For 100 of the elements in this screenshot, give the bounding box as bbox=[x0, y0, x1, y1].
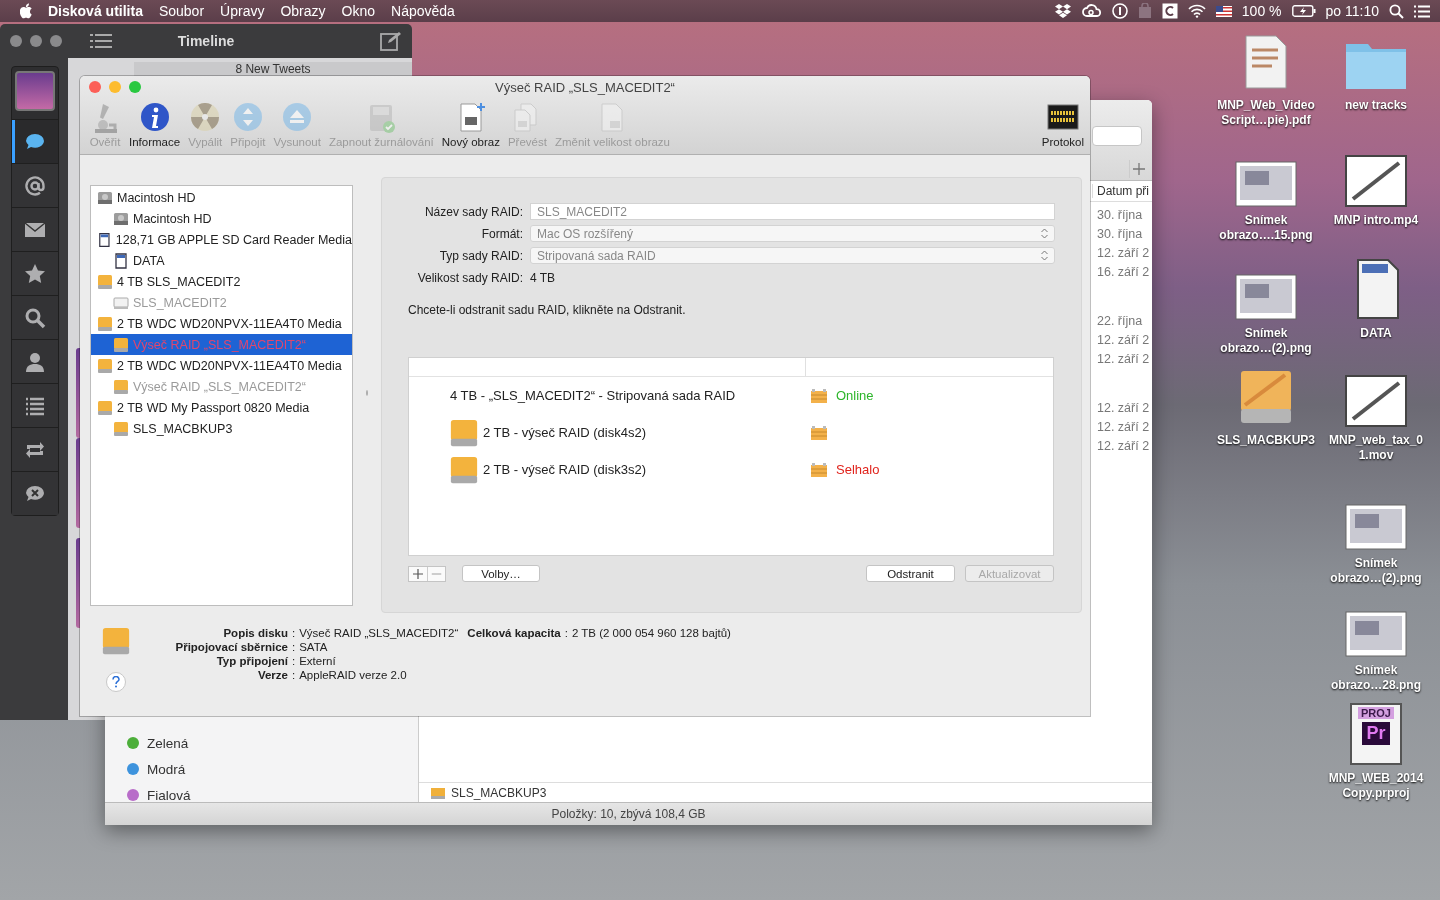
drive-icon bbox=[431, 786, 445, 799]
tag-label[interactable]: Zelená bbox=[147, 735, 189, 751]
file-name[interactable]: MNP intro.mp4 bbox=[1333, 213, 1419, 228]
screenshot-icon bbox=[1345, 504, 1407, 550]
new-tweets-banner[interactable]: 8 New Tweets bbox=[134, 62, 412, 76]
toolbar-button[interactable]: Informace bbox=[129, 101, 181, 148]
info-value: Výseč RAID „SLS_MACEDIT2“ bbox=[299, 626, 459, 640]
compose-icon[interactable] bbox=[380, 31, 402, 51]
flag-icon[interactable] bbox=[1215, 5, 1232, 17]
window-button[interactable] bbox=[30, 35, 42, 47]
search-field[interactable] bbox=[1092, 126, 1142, 146]
options-button[interactable]: Volby… bbox=[462, 565, 540, 582]
file-name[interactable]: MNP_Web_Video Script…pie).pdf bbox=[1217, 98, 1315, 128]
list-icon[interactable] bbox=[90, 33, 112, 49]
tag-label[interactable]: Modrá bbox=[147, 761, 186, 777]
hint-text: Chcete-li odstranit sadu RAID, klikněte na Odstranit. bbox=[408, 303, 687, 317]
file-name[interactable]: DATA bbox=[1360, 326, 1392, 341]
screenshot-icon bbox=[1235, 274, 1297, 320]
raid-status: Online bbox=[836, 388, 874, 403]
date-cell-text: 12. září 2 bbox=[1096, 438, 1151, 455]
clock[interactable]: po 11:10 bbox=[1325, 3, 1379, 19]
date-cell-text: 16. září 2 bbox=[1096, 264, 1151, 281]
window-button[interactable] bbox=[10, 35, 22, 47]
column-header[interactable]: Datum při bbox=[1092, 184, 1152, 198]
lists-nav-button[interactable] bbox=[12, 383, 58, 427]
project-file-icon: PROJ Pr bbox=[1350, 703, 1402, 765]
cloud-icon[interactable] bbox=[1081, 3, 1102, 19]
wifi-icon[interactable] bbox=[1187, 4, 1206, 18]
apple-icon[interactable] bbox=[20, 3, 34, 19]
date-cell-text: 12. září 2 bbox=[1096, 419, 1151, 436]
disk-list-item[interactable]: DATA bbox=[91, 250, 352, 271]
drive-icon bbox=[113, 294, 129, 311]
disk-list-item[interactable]: 2 TB WDC WD20NPVX-11EA4T0 Media bbox=[91, 313, 352, 334]
drive-icon bbox=[113, 378, 129, 395]
date-cell-text: 12. září 2 bbox=[1096, 400, 1151, 417]
disk-list-item[interactable]: 2 TB WDC WD20NPVX-11EA4T0 Media bbox=[91, 355, 352, 376]
raid-slice-name[interactable]: 2 TB - výseč RAID (disk4s2) bbox=[483, 425, 647, 440]
info-label: Verze bbox=[256, 668, 288, 682]
file-name[interactable]: Snímek obrazo…(2).png bbox=[1220, 326, 1312, 356]
info-circle-icon[interactable] bbox=[1111, 3, 1128, 19]
date-cell-text: 30. října bbox=[1096, 207, 1144, 224]
updown-icon bbox=[1041, 228, 1048, 239]
raid-status-icon bbox=[810, 387, 828, 404]
log-icon bbox=[1046, 101, 1079, 133]
menu-item[interactable]: Nápověda bbox=[383, 3, 463, 19]
window-button[interactable] bbox=[50, 35, 62, 47]
file-name[interactable]: SLS_MACBKUP3 bbox=[1217, 433, 1315, 448]
window-title: Timeline bbox=[177, 33, 235, 49]
disk-list-item[interactable]: 4 TB SLS_MACEDIT2 bbox=[91, 271, 352, 292]
info-separator: : bbox=[291, 626, 297, 640]
info-value: SATA bbox=[299, 640, 328, 654]
close-button[interactable] bbox=[89, 81, 101, 93]
raid-slice-name[interactable]: 2 TB - výseč RAID (disk3s2) bbox=[483, 462, 647, 477]
menu-item[interactable]: Úpravy bbox=[212, 3, 273, 19]
drive-icon bbox=[113, 210, 129, 227]
toolbar-button[interactable]: Nový obraz bbox=[441, 101, 500, 148]
field-label: Formát: bbox=[480, 226, 523, 241]
app-menu[interactable]: Disková utilita bbox=[34, 3, 151, 19]
menu-item[interactable]: Obrazy bbox=[272, 3, 334, 19]
mount-icon bbox=[231, 101, 264, 133]
disk-list-item[interactable]: Macintosh HD bbox=[91, 208, 352, 229]
mutes-nav-button[interactable] bbox=[12, 471, 58, 515]
tag-label[interactable]: Fialová bbox=[147, 787, 191, 802]
dropbox-icon[interactable] bbox=[1053, 3, 1072, 19]
messages-nav-button[interactable] bbox=[12, 119, 58, 163]
letter-c-icon[interactable] bbox=[1161, 3, 1178, 19]
mentions-nav-button[interactable] bbox=[12, 163, 58, 207]
remove-button[interactable]: Odstranit bbox=[866, 565, 955, 582]
date-cell-text: 30. října bbox=[1096, 226, 1144, 243]
drive-icon bbox=[449, 417, 479, 448]
info-separator: : bbox=[291, 640, 297, 654]
search-icon[interactable] bbox=[1389, 3, 1404, 19]
path-item[interactable]: SLS_MACBKUP3 bbox=[451, 785, 547, 800]
mail-nav-button[interactable] bbox=[12, 207, 58, 251]
disk-list-item[interactable]: 128,71 GB APPLE SD Card Reader Media bbox=[91, 229, 352, 250]
disk-list-item[interactable]: 2 TB WD My Passport 0820 Media bbox=[91, 397, 352, 418]
file-name[interactable]: MNP_web_tax_0 1.mov bbox=[1328, 433, 1423, 463]
disk-list-item[interactable]: SLS_MACBKUP3 bbox=[91, 418, 352, 439]
menu-item[interactable]: Soubor bbox=[150, 3, 213, 19]
help-icon bbox=[112, 676, 120, 688]
raid-name-field[interactable]: SLS_MACEDIT2 bbox=[530, 203, 1055, 220]
disk-list-item[interactable]: Macintosh HD bbox=[91, 187, 352, 208]
favorites-nav-button[interactable] bbox=[12, 251, 58, 295]
info-separator: : bbox=[291, 654, 297, 668]
file-name[interactable]: new tracks bbox=[1344, 98, 1407, 113]
drive-icon bbox=[113, 420, 129, 437]
info-label: Celková kapacita bbox=[466, 626, 561, 640]
search-nav-button[interactable] bbox=[12, 295, 58, 339]
raid-set-name[interactable]: 4 TB - „SLS_MACEDIT2“ - Stripovaná sada RAID bbox=[449, 388, 736, 403]
date-cell-text: 22. října bbox=[1096, 313, 1144, 330]
help-button[interactable] bbox=[106, 672, 126, 692]
menu-item[interactable]: Okno bbox=[333, 3, 384, 19]
file-name[interactable]: Snímek obrazo….15.png bbox=[1219, 213, 1313, 243]
profile-nav-button[interactable] bbox=[12, 339, 58, 383]
battery-icon[interactable] bbox=[1291, 5, 1316, 17]
drive-icon bbox=[97, 315, 113, 332]
toolbar-button[interactable]: Protokol bbox=[1041, 101, 1084, 148]
info-separator: : bbox=[563, 626, 569, 640]
field-value: 4 TB bbox=[530, 269, 557, 286]
retweets-nav-button[interactable] bbox=[12, 427, 58, 471]
